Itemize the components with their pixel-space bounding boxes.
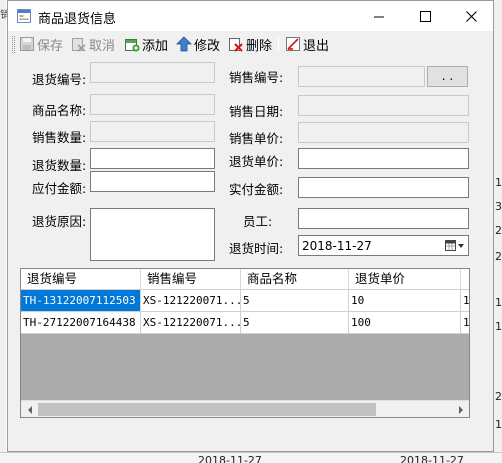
payable-input[interactable] bbox=[90, 171, 215, 192]
sale-date-label: 销售日期: bbox=[229, 104, 284, 119]
save-disk-icon bbox=[20, 37, 34, 51]
sale-no-field[interactable] bbox=[298, 66, 425, 87]
return-price-label: 退货单价: bbox=[229, 154, 284, 169]
column-header[interactable]: 商品名称 bbox=[241, 269, 349, 289]
background-app-left-edge: 销 bbox=[0, 0, 10, 463]
title-bar[interactable]: 商品退货信息 bbox=[8, 1, 493, 31]
column-header[interactable]: 销售编号 bbox=[141, 269, 241, 289]
delete-label: 删除 bbox=[246, 38, 273, 54]
column-header[interactable]: 退货单价 bbox=[349, 269, 461, 289]
window-title: 商品退货信息 bbox=[38, 12, 117, 27]
return-no-field[interactable] bbox=[90, 62, 215, 83]
maximize-icon bbox=[419, 10, 431, 22]
return-time-label: 退货时间: bbox=[229, 241, 284, 256]
dropdown-arrow-icon bbox=[458, 244, 464, 248]
edit-up-arrow-icon bbox=[176, 36, 192, 52]
cell-sale-no[interactable]: XS-121220071... bbox=[141, 312, 241, 333]
toolbar-grip[interactable] bbox=[12, 36, 15, 53]
edit-label: 修改 bbox=[194, 38, 221, 54]
cell-product[interactable]: 5 bbox=[241, 312, 349, 333]
sale-price-field[interactable] bbox=[298, 122, 469, 143]
product-name-field[interactable] bbox=[90, 94, 215, 115]
background-digit: 2 bbox=[495, 250, 502, 263]
background-digit: 3 bbox=[495, 200, 502, 213]
add-button[interactable]: 添加 bbox=[124, 34, 168, 54]
toolbar: 保存 取消 添加 修改 删除 退出 bbox=[8, 31, 493, 57]
exit-button[interactable]: 退出 bbox=[285, 34, 329, 54]
app-form-icon bbox=[17, 9, 31, 23]
background-digit: 2 bbox=[495, 224, 502, 237]
scroll-left-icon bbox=[27, 405, 32, 414]
sale-qty-label: 销售数量: bbox=[32, 130, 87, 145]
table-row[interactable]: TH-13122007112503 XS-121220071... 5 10 1 bbox=[21, 290, 469, 312]
paid-input[interactable] bbox=[298, 177, 469, 198]
scroll-left-button[interactable] bbox=[21, 401, 38, 418]
return-qty-label: 退货数量: bbox=[32, 158, 87, 173]
background-digit: 2 bbox=[495, 390, 502, 403]
minimize-button[interactable] bbox=[356, 1, 402, 31]
payable-label: 应付金额: bbox=[32, 181, 87, 196]
background-app-right-edge: 1 3 2 2 1 1 2 1 bbox=[494, 0, 502, 463]
add-icon bbox=[125, 39, 140, 52]
grid-header: 退货编号 销售编号 商品名称 退货单价 bbox=[21, 269, 469, 290]
cancel-label: 取消 bbox=[89, 38, 116, 54]
delete-icon bbox=[229, 38, 243, 52]
save-label: 保存 bbox=[37, 38, 64, 54]
cancel-icon bbox=[72, 38, 86, 52]
sale-no-label: 销售编号: bbox=[229, 70, 284, 85]
return-reason-textarea[interactable] bbox=[90, 208, 215, 261]
cell-price[interactable]: 10 bbox=[349, 290, 461, 311]
maximize-button[interactable] bbox=[402, 1, 448, 31]
save-button[interactable]: 保存 bbox=[19, 34, 63, 54]
scroll-right-icon bbox=[458, 405, 463, 414]
delete-button[interactable]: 删除 bbox=[228, 34, 272, 54]
background-digit: 1 bbox=[495, 176, 502, 189]
close-icon bbox=[465, 10, 477, 22]
product-name-label: 商品名称: bbox=[32, 103, 87, 118]
cell-extra[interactable]: 1 bbox=[461, 312, 469, 333]
horizontal-scrollbar[interactable] bbox=[21, 400, 469, 417]
calendar-icon[interactable] bbox=[445, 240, 465, 252]
paid-label: 实付金额: bbox=[229, 182, 284, 197]
add-label: 添加 bbox=[142, 38, 169, 54]
table-row[interactable]: TH-27122007164438 XS-121220071... 5 100 … bbox=[21, 312, 469, 334]
employee-label: 员工: bbox=[243, 214, 273, 229]
cell-extra[interactable]: 1 bbox=[461, 290, 469, 311]
background-date: 2018-11-27 bbox=[400, 454, 464, 463]
sale-price-label: 销售单价: bbox=[229, 131, 284, 146]
cell-price[interactable]: 100 bbox=[349, 312, 461, 333]
cell-return-no[interactable]: TH-27122007164438 bbox=[21, 312, 141, 333]
background-app-bottom-row: 2018-11-27 2018-11-27 bbox=[0, 452, 502, 463]
column-header[interactable]: 退货编号 bbox=[21, 269, 141, 289]
browse-sale-button[interactable]: . . bbox=[427, 66, 468, 87]
return-time-value: 2018-11-27 bbox=[302, 239, 372, 253]
close-button[interactable] bbox=[448, 1, 494, 31]
cell-return-no[interactable]: TH-13122007112503 bbox=[21, 290, 141, 311]
cell-sale-no[interactable]: XS-121220071... bbox=[141, 290, 241, 311]
minimize-icon bbox=[373, 16, 384, 17]
background-date: 2018-11-27 bbox=[198, 454, 262, 463]
cell-product[interactable]: 5 bbox=[241, 290, 349, 311]
scroll-right-button[interactable] bbox=[452, 401, 469, 418]
returns-grid[interactable]: 退货编号 销售编号 商品名称 退货单价 TH-13122007112503 XS… bbox=[20, 268, 470, 418]
return-reason-label: 退货原因: bbox=[32, 214, 87, 229]
toolbar-separator bbox=[278, 36, 279, 52]
background-digit: 1 bbox=[495, 296, 502, 309]
return-info-window: 商品退货信息 保存 取消 添加 修改 删除 退出 退货编号: 商品名称: 销售数… bbox=[7, 0, 494, 452]
return-price-input[interactable] bbox=[298, 148, 469, 169]
return-time-picker[interactable]: 2018-11-27 bbox=[298, 235, 469, 256]
employee-input[interactable] bbox=[298, 208, 469, 229]
exit-icon bbox=[286, 37, 300, 51]
sale-date-field[interactable] bbox=[298, 95, 469, 116]
cancel-button[interactable]: 取消 bbox=[71, 34, 115, 54]
exit-label: 退出 bbox=[303, 38, 330, 54]
background-digit: 1 bbox=[495, 320, 502, 333]
background-digit: 1 bbox=[495, 418, 502, 431]
edit-button[interactable]: 修改 bbox=[176, 34, 220, 54]
return-no-label: 退货编号: bbox=[32, 72, 87, 87]
scrollbar-thumb[interactable] bbox=[38, 403, 376, 416]
sale-qty-field[interactable] bbox=[90, 121, 215, 142]
return-qty-input[interactable] bbox=[90, 148, 215, 169]
